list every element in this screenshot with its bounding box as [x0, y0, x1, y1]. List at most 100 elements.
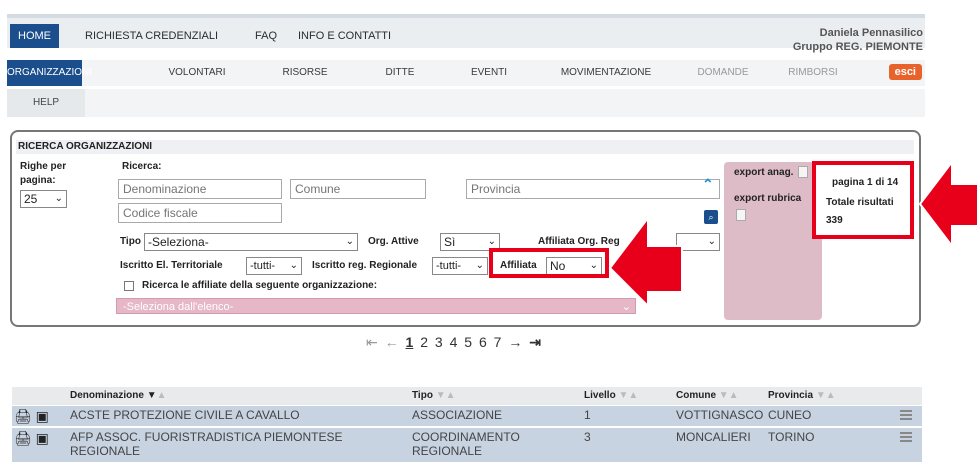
- totale-value: 339: [826, 215, 843, 226]
- page-3[interactable]: 3: [435, 334, 443, 350]
- row-menu-icon[interactable]: [900, 432, 912, 442]
- col-denominazione[interactable]: Denominazione ▼▲: [70, 390, 167, 401]
- ricerca-affiliate-checkbox[interactable]: [124, 281, 134, 291]
- arrow-left-icon: [918, 160, 979, 248]
- user-info: Daniela Pennasilico Gruppo REG. PIEMONTE: [793, 26, 923, 54]
- arrow-left-icon: [608, 216, 683, 308]
- user-group: Gruppo REG. PIEMONTE: [792, 41, 923, 53]
- row-menu-icon[interactable]: [900, 410, 912, 420]
- org-attive-value: Sì: [444, 235, 456, 249]
- nav-home[interactable]: HOME: [10, 24, 59, 48]
- iscritto-el-label: Iscritto El. Territoriale: [120, 260, 223, 271]
- iscritto-reg-select[interactable]: -tutti- ⌄: [432, 257, 488, 275]
- seleziona-elenco-value: -Seleziona dall'elenco-: [123, 301, 234, 313]
- nav-faq[interactable]: FAQ: [247, 24, 285, 48]
- iscritto-reg-label: Iscritto reg. Regionale: [312, 260, 418, 271]
- last-page-icon[interactable]: ⇥: [529, 334, 541, 350]
- section-nav: ORGANIZZAZIONI VOLONTARI RISORSE DITTE E…: [7, 60, 925, 86]
- righe-select[interactable]: 25 ⌄: [20, 190, 67, 208]
- tab-rimborsi[interactable]: RIMBORSI: [779, 60, 847, 86]
- tab-risorse[interactable]: RISORSE: [275, 60, 335, 86]
- seleziona-elenco-select[interactable]: -Seleziona dall'elenco- ⌄: [116, 298, 636, 314]
- pagina-label: pagina:: [20, 175, 56, 186]
- collapse-up-icon[interactable]: ⌃: [702, 176, 714, 193]
- provincia-input[interactable]: [466, 179, 720, 199]
- table-row[interactable]: 🖨 ▣ ACSTE PROTEZIONE CIVILE A CAVALLO AS…: [12, 406, 922, 426]
- help-bar: HELP: [7, 89, 925, 117]
- cell-denominazione: ACSTE PROTEZIONE CIVILE A CAVALLO: [70, 408, 300, 422]
- col-livello-label: Livello: [584, 390, 616, 401]
- pager: ⇤ ← 1 2 3 4 5 6 7 → ⇥: [366, 334, 544, 351]
- codice-fiscale-input[interactable]: [118, 203, 282, 223]
- tab-volontari[interactable]: VOLONTARI: [157, 60, 237, 86]
- tab-domande[interactable]: DOMANDE: [693, 60, 753, 86]
- col-provincia-label: Provincia: [768, 390, 814, 401]
- cell-provincia: TORINO: [768, 430, 815, 444]
- tab-eventi[interactable]: EVENTI: [459, 60, 519, 86]
- tab-movimentazione[interactable]: MOVIMENTAZIONE: [547, 60, 665, 86]
- tab-ditte[interactable]: DITTE: [375, 60, 425, 86]
- page-6[interactable]: 6: [479, 334, 487, 350]
- esci-button[interactable]: esci: [888, 64, 922, 80]
- help-button[interactable]: HELP: [7, 89, 85, 117]
- cell-provincia: CUNEO: [768, 408, 812, 422]
- cell-comune: MONCALIERI: [676, 430, 751, 444]
- search-icon[interactable]: ⌕: [704, 210, 718, 224]
- righe-label: Righe per: [20, 161, 67, 172]
- nav-info-contatti[interactable]: INFO E CONTATTI: [290, 24, 399, 48]
- ricerca-label: Ricerca:: [122, 161, 162, 172]
- col-comune[interactable]: Comune ▼▲: [676, 390, 739, 401]
- col-comune-label: Comune: [676, 390, 716, 401]
- sort-icon[interactable]: ▼▲: [719, 390, 739, 401]
- sort-up-icon[interactable]: ▲: [157, 390, 167, 401]
- prev-page-icon[interactable]: ←: [385, 334, 399, 350]
- tab-organizzazioni[interactable]: ORGANIZZAZIONI: [7, 60, 92, 86]
- comune-input[interactable]: [290, 179, 426, 199]
- sort-down-icon[interactable]: ▼: [147, 390, 157, 401]
- tipo-select[interactable]: -Seleziona- ⌄: [144, 233, 358, 251]
- col-tipo-label: Tipo: [412, 390, 433, 401]
- denominazione-input[interactable]: [118, 179, 282, 199]
- cell-livello: 1: [584, 408, 591, 422]
- nav-richiesta-credenziali[interactable]: RICHIESTA CREDENZIALI: [77, 24, 226, 48]
- affiliata-highlight: [489, 248, 609, 278]
- row-action-icons[interactable]: 🖨 ▣: [14, 430, 49, 447]
- sort-icon[interactable]: ▼▲: [816, 390, 836, 401]
- row-action-icons[interactable]: 🖨 ▣: [14, 408, 49, 425]
- cell-livello: 3: [584, 430, 591, 444]
- org-attive-label: Org. Attive: [368, 236, 419, 247]
- export-anag-icon[interactable]: [798, 166, 808, 178]
- tipo-label: Tipo: [120, 236, 141, 247]
- iscritto-el-value: -tutti-: [250, 260, 276, 272]
- col-tipo[interactable]: Tipo ▼▲: [412, 390, 456, 401]
- col-provincia[interactable]: Provincia ▼▲: [768, 390, 836, 401]
- page-4[interactable]: 4: [450, 334, 458, 350]
- sort-icon[interactable]: ▼▲: [436, 390, 456, 401]
- totale-label: Totale risultati: [826, 197, 894, 208]
- page-5[interactable]: 5: [464, 334, 472, 350]
- page-2[interactable]: 2: [420, 334, 428, 350]
- export-rubrica-icon[interactable]: [736, 209, 746, 221]
- sort-icon[interactable]: ▼▲: [618, 390, 638, 401]
- next-page-icon[interactable]: →: [508, 334, 522, 350]
- search-panel-title: RICERCA ORGANIZZAZIONI: [16, 140, 914, 154]
- page-7[interactable]: 7: [494, 334, 502, 350]
- cell-tipo: ASSOCIAZIONE: [412, 408, 503, 422]
- iscritto-el-select[interactable]: -tutti- ⌄: [246, 257, 302, 275]
- top-nav: HOME RICHIESTA CREDENZIALI FAQ INFO E CO…: [7, 14, 925, 53]
- table-header: Denominazione ▼▲ Tipo ▼▲ Livello ▼▲ Comu…: [12, 387, 922, 405]
- ricerca-affiliate-label: Ricerca le affiliate della seguente orga…: [142, 280, 378, 291]
- export-anag-link[interactable]: export anag.: [734, 167, 793, 178]
- col-livello[interactable]: Livello ▼▲: [584, 390, 638, 401]
- chevron-down-icon: ⌄: [707, 236, 716, 247]
- cell-tipo: COORDINAMENTO REGIONALE: [412, 430, 520, 458]
- export-rubrica-link[interactable]: export rubrica: [734, 193, 801, 204]
- chevron-down-icon: ⌄: [475, 260, 484, 271]
- first-page-icon[interactable]: ⇤: [366, 334, 378, 350]
- righe-value: 25: [24, 192, 38, 206]
- iscritto-reg-value: -tutti-: [436, 260, 462, 272]
- pagina-info: pagina 1 di 14: [832, 177, 899, 188]
- chevron-down-icon: ⌄: [345, 236, 354, 247]
- page-1[interactable]: 1: [406, 334, 414, 350]
- export-panel: [724, 162, 822, 320]
